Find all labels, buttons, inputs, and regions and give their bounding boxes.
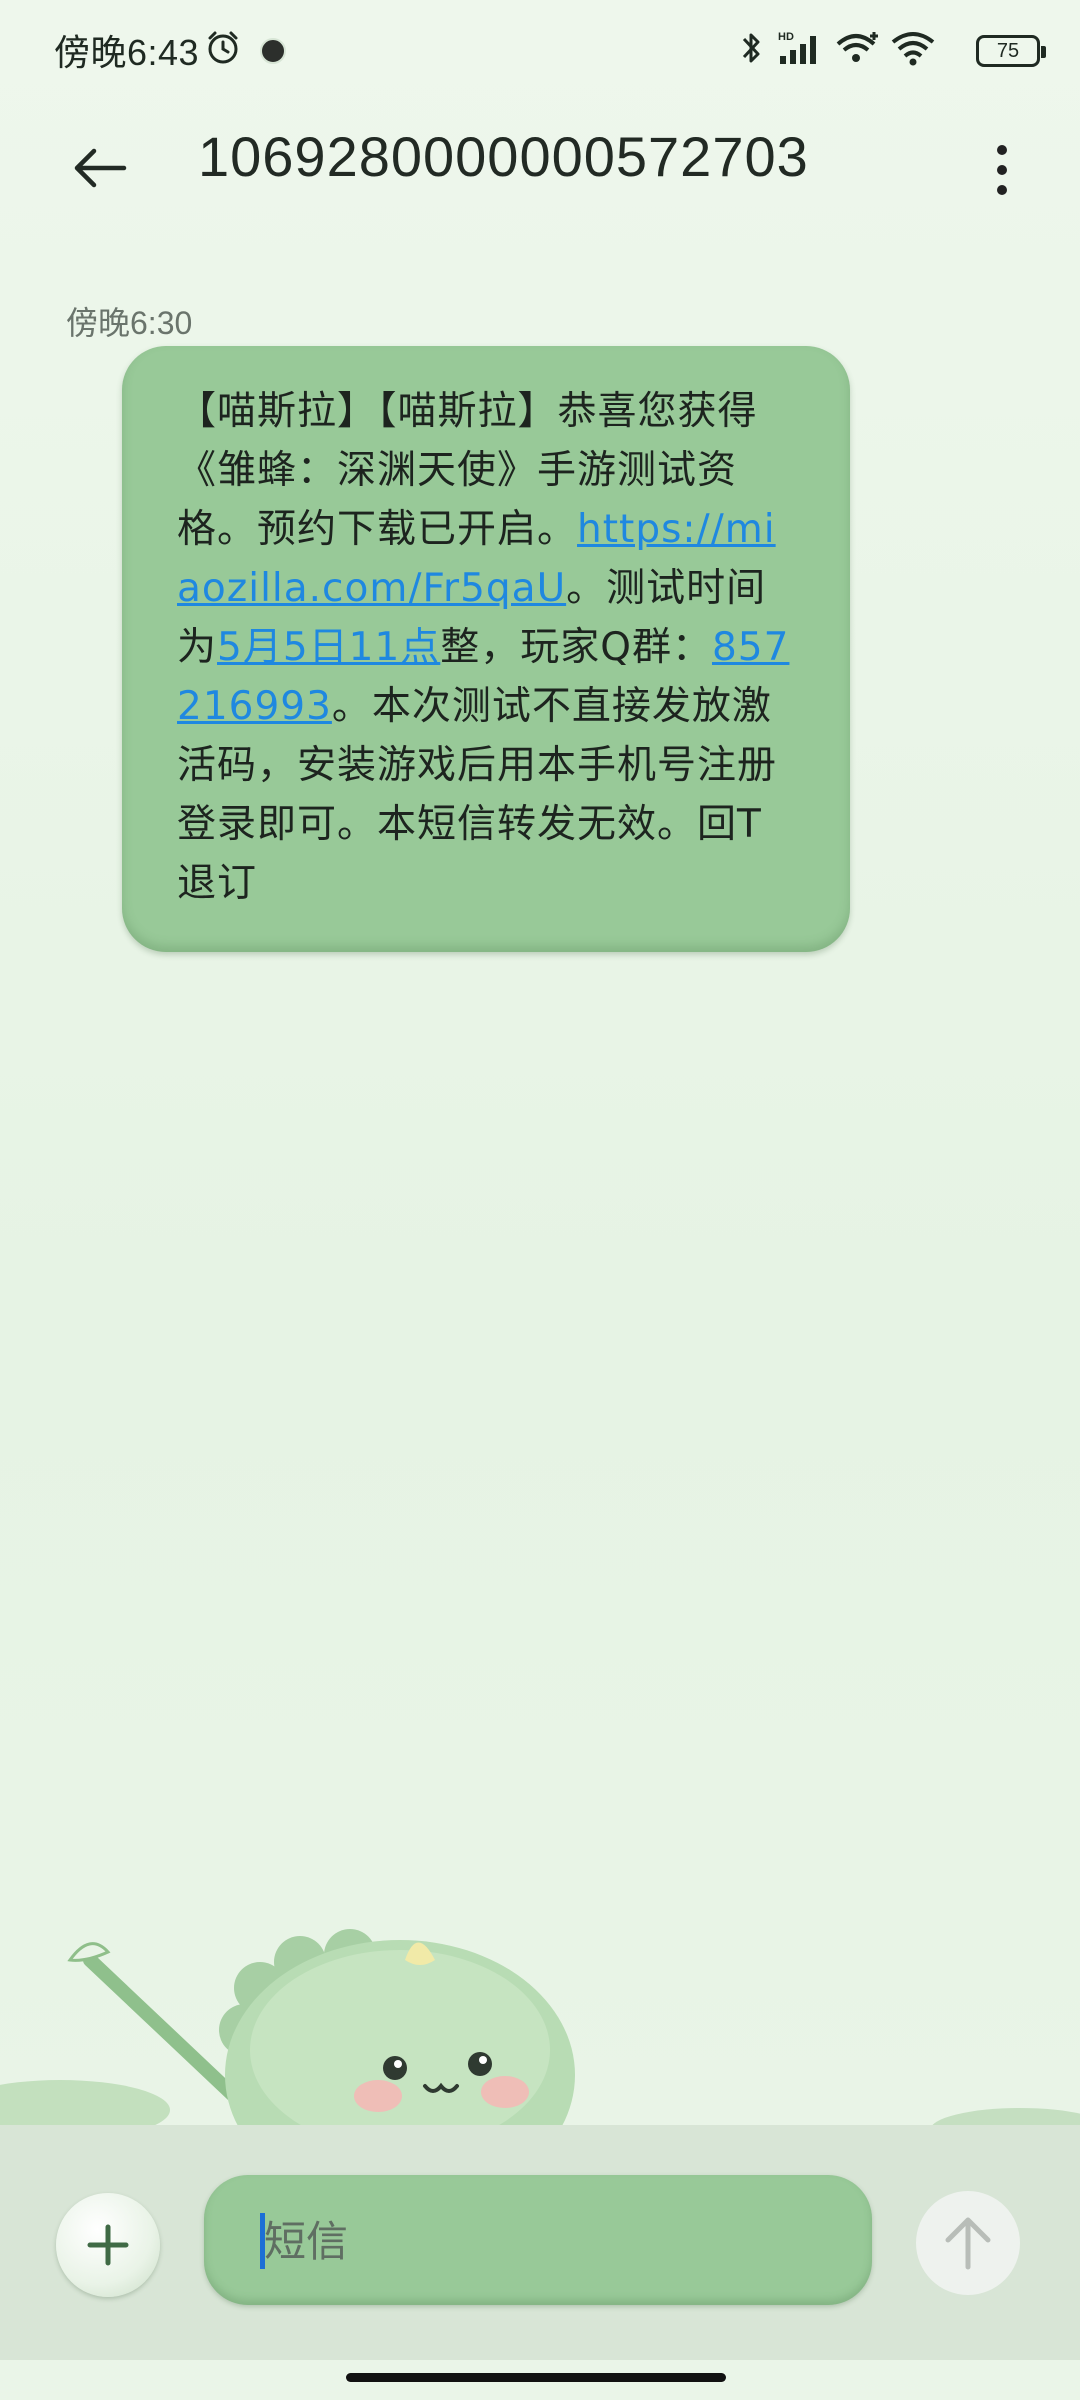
more-vertical-icon bbox=[997, 145, 1007, 155]
wifi-icon bbox=[890, 28, 936, 72]
back-button[interactable] bbox=[60, 128, 140, 208]
more-options-button[interactable] bbox=[972, 130, 1032, 210]
add-attachment-button[interactable] bbox=[56, 2193, 160, 2297]
wifi-plus-icon bbox=[834, 28, 884, 72]
message-text-segment: 整，玩家Q群： bbox=[440, 625, 712, 670]
message-input-container[interactable] bbox=[204, 2175, 872, 2305]
alarm-icon bbox=[205, 30, 241, 70]
back-arrow-icon bbox=[74, 148, 127, 188]
send-button[interactable] bbox=[916, 2191, 1020, 2295]
plus-icon bbox=[87, 2224, 129, 2266]
decorative-leaf-illustration bbox=[930, 2108, 1080, 2130]
message-bubble[interactable]: 【喵斯拉】【喵斯拉】恭喜您获得《雏蜂：深渊天使》手游测试资格。预约下载已开启。h… bbox=[122, 346, 850, 952]
dinosaur-mascot-illustration bbox=[0, 1929, 575, 2130]
status-bar: 傍晚6:43 HD 75 bbox=[0, 0, 1080, 100]
send-arrow-icon bbox=[945, 2217, 991, 2270]
bluetooth-icon bbox=[738, 28, 766, 72]
message-text: 【喵斯拉】【喵斯拉】恭喜您获得《雏蜂：深渊天使》手游测试资格。预约下载已开启。h… bbox=[177, 382, 800, 913]
svg-text:HD: HD bbox=[778, 31, 794, 43]
message-timestamp: 傍晚6:30 bbox=[66, 305, 193, 341]
status-time: 傍晚6:43 bbox=[54, 32, 200, 73]
conversation-title: 1069280000000572703 bbox=[198, 125, 809, 188]
conversation-header: 1069280000000572703 bbox=[0, 110, 1080, 210]
date-link[interactable]: 5月5日11点 bbox=[217, 625, 440, 670]
message-composer bbox=[0, 2125, 1080, 2360]
notification-dot-icon bbox=[260, 38, 286, 64]
home-indicator[interactable] bbox=[346, 2373, 726, 2382]
battery-icon: 75 bbox=[976, 35, 1046, 67]
hd-signal-icon: HD bbox=[776, 28, 826, 72]
message-input[interactable] bbox=[262, 2195, 826, 2287]
